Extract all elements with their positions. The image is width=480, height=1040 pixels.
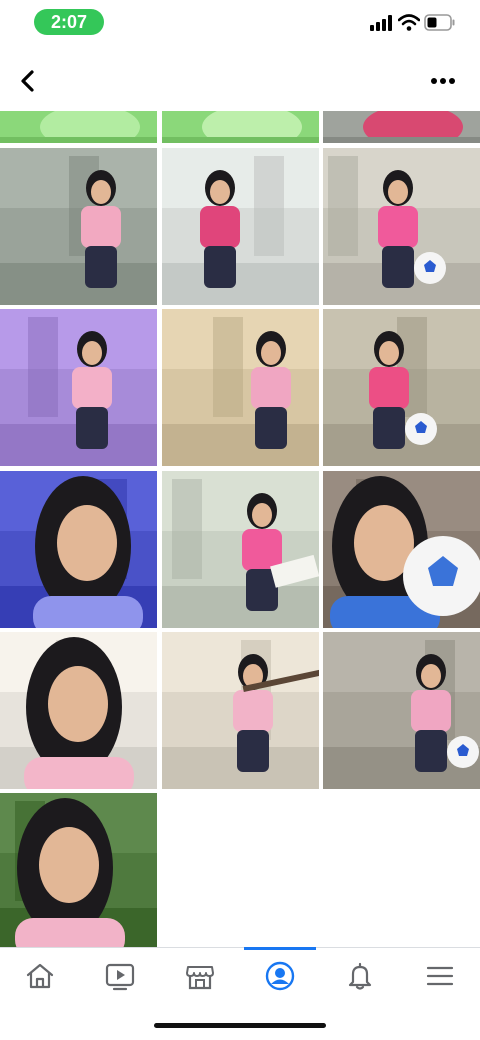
marketplace-icon bbox=[186, 966, 214, 990]
photo-thumbnail[interactable] bbox=[0, 632, 157, 789]
status-time: 2:07 bbox=[34, 9, 104, 35]
photo-thumbnail[interactable] bbox=[323, 111, 480, 143]
photo-image bbox=[323, 632, 480, 789]
video-play-icon bbox=[105, 963, 135, 991]
photo-image bbox=[0, 632, 157, 789]
top-nav bbox=[0, 56, 480, 108]
home-icon bbox=[26, 963, 54, 989]
photo-thumbnail[interactable] bbox=[323, 471, 480, 628]
tab-profile[interactable] bbox=[240, 948, 320, 1004]
photo-image bbox=[323, 111, 480, 143]
menu-icon bbox=[426, 966, 454, 986]
photo-thumbnail[interactable] bbox=[0, 111, 157, 143]
photo-thumbnail[interactable] bbox=[162, 148, 319, 305]
photo-thumbnail[interactable] bbox=[323, 309, 480, 466]
cellular-signal-icon bbox=[370, 15, 392, 31]
profile-icon bbox=[265, 961, 295, 991]
photo-image bbox=[0, 471, 157, 628]
photo-thumbnail[interactable] bbox=[0, 793, 157, 950]
photo-thumbnail[interactable] bbox=[323, 148, 480, 305]
photo-image bbox=[162, 632, 319, 789]
tab-watch[interactable] bbox=[80, 948, 160, 1004]
photo-thumbnail[interactable] bbox=[162, 111, 319, 143]
photo-image bbox=[0, 793, 157, 950]
tab-marketplace[interactable] bbox=[160, 948, 240, 1004]
tab-home[interactable] bbox=[0, 948, 80, 1004]
photo-thumbnail[interactable] bbox=[162, 309, 319, 466]
more-options-button[interactable] bbox=[428, 70, 458, 92]
tab-notifications[interactable] bbox=[320, 948, 400, 1004]
photo-image bbox=[162, 111, 319, 143]
wifi-icon bbox=[398, 14, 420, 31]
photo-image bbox=[162, 471, 319, 628]
photo-image bbox=[323, 148, 480, 305]
photo-thumbnail[interactable] bbox=[0, 309, 157, 466]
chevron-left-icon bbox=[21, 70, 34, 92]
battery-icon bbox=[424, 14, 455, 31]
photo-image bbox=[323, 309, 480, 466]
photo-image bbox=[323, 471, 480, 628]
status-bar: 2:07 bbox=[0, 0, 480, 46]
photo-image bbox=[162, 309, 319, 466]
back-button[interactable] bbox=[14, 66, 42, 96]
more-horizontal-icon bbox=[431, 78, 455, 84]
bell-icon bbox=[348, 962, 372, 990]
photo-thumbnail[interactable] bbox=[0, 148, 157, 305]
photo-thumbnail[interactable] bbox=[162, 471, 319, 628]
photo-thumbnail[interactable] bbox=[323, 632, 480, 789]
photo-thumbnail[interactable] bbox=[0, 471, 157, 628]
tab-menu[interactable] bbox=[400, 948, 480, 1004]
photo-image bbox=[0, 148, 157, 305]
photo-image bbox=[162, 148, 319, 305]
home-indicator bbox=[154, 1023, 326, 1028]
photo-image bbox=[0, 309, 157, 466]
photo-thumbnail[interactable] bbox=[162, 632, 319, 789]
photo-image bbox=[0, 111, 157, 143]
